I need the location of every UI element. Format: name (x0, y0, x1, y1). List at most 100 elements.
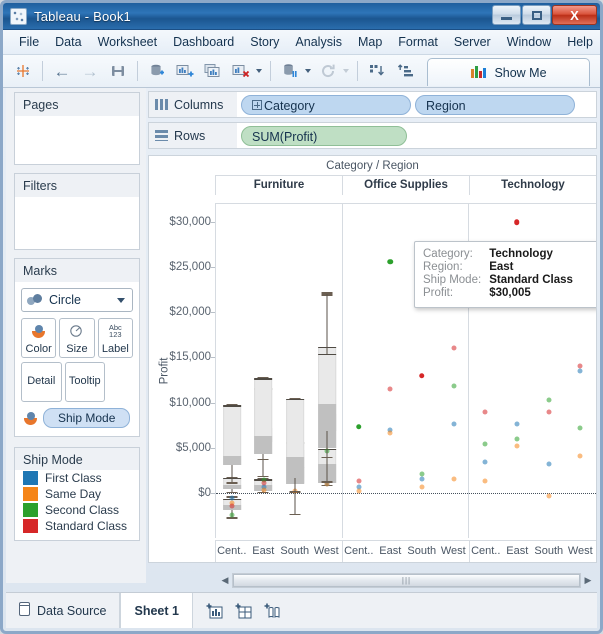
swap-rows-columns-icon[interactable] (364, 58, 390, 84)
data-source-tab[interactable]: Data Source (6, 593, 121, 628)
menu-window[interactable]: Window (499, 32, 559, 52)
data-point[interactable] (356, 488, 361, 494)
data-point[interactable] (451, 421, 456, 427)
box-plot[interactable] (311, 204, 343, 538)
data-point[interactable] (451, 345, 456, 351)
clear-sheet-icon[interactable] (228, 58, 254, 84)
duplicate-sheet-icon[interactable] (200, 58, 226, 84)
new-dashboard-icon[interactable] (235, 603, 252, 619)
marks-ship-mode-pill[interactable]: Ship Mode (43, 408, 131, 428)
scroll-right-icon[interactable]: ▶ (581, 572, 595, 588)
legend-item-first-class[interactable]: First Class (15, 470, 139, 486)
data-point[interactable] (451, 476, 456, 482)
legend-item-standard-class[interactable]: Standard Class (15, 518, 139, 534)
rows-dropzone[interactable]: SUM(Profit) (237, 123, 596, 148)
region-header-label[interactable]: East (502, 541, 534, 562)
filters-dropzone[interactable] (15, 197, 139, 249)
data-point[interactable] (482, 459, 488, 465)
category-header-technology[interactable]: Technology (469, 176, 596, 195)
marks-label-button[interactable]: Abc 123 Label (97, 318, 133, 358)
new-worksheet-icon[interactable] (172, 58, 198, 84)
columns-shelf[interactable]: Columns Category Region (148, 91, 597, 118)
data-point[interactable] (356, 478, 361, 484)
region-header-label[interactable]: Cent.. (216, 541, 248, 562)
category-header-office-supplies[interactable]: Office Supplies (342, 176, 469, 195)
horizontal-scrollbar[interactable]: ◀ ||| ▶ (218, 571, 595, 589)
region-header-label[interactable]: East (248, 541, 280, 562)
menu-analysis[interactable]: Analysis (287, 32, 350, 52)
pill-sum-profit[interactable]: SUM(Profit) (241, 125, 407, 146)
data-point[interactable] (514, 443, 520, 449)
forward-icon[interactable]: → (77, 58, 103, 84)
data-point[interactable] (546, 397, 551, 403)
marks-color-button[interactable]: Color (21, 318, 57, 358)
minimize-button[interactable] (492, 5, 521, 25)
pause-dropdown-icon[interactable] (305, 69, 311, 73)
data-point[interactable] (514, 219, 520, 225)
visualization-pane[interactable]: Category / Region Furniture Office Suppl… (148, 155, 597, 563)
data-point[interactable] (451, 383, 456, 389)
region-header-label[interactable]: South (279, 541, 311, 562)
data-point[interactable] (577, 425, 583, 431)
menu-file[interactable]: File (11, 32, 47, 52)
region-header-label[interactable]: East (375, 541, 407, 562)
pause-auto-update-icon[interactable] (277, 58, 303, 84)
new-data-source-icon[interactable] (144, 58, 170, 84)
menu-dashboard[interactable]: Dashboard (165, 32, 242, 52)
maximize-button[interactable] (522, 5, 551, 25)
region-header-label[interactable]: Cent.. (343, 541, 375, 562)
back-icon[interactable]: ← (49, 58, 75, 84)
data-point[interactable] (482, 409, 488, 415)
data-point[interactable] (387, 259, 393, 265)
new-worksheet-icon[interactable] (206, 603, 223, 619)
scrollbar-thumb[interactable]: ||| (233, 573, 580, 587)
box-plot[interactable] (279, 204, 311, 538)
data-point[interactable] (482, 478, 488, 484)
menu-format[interactable]: Format (390, 32, 446, 52)
data-point[interactable] (355, 424, 362, 430)
scrollbar-track[interactable]: ||| (232, 572, 581, 588)
data-point[interactable] (546, 461, 551, 467)
data-point[interactable] (546, 409, 551, 415)
data-point[interactable] (419, 471, 425, 477)
data-point[interactable] (482, 441, 488, 447)
data-point[interactable] (419, 372, 425, 379)
region-header-label[interactable]: Cent.. (470, 541, 502, 562)
region-header-label[interactable]: West (565, 541, 597, 562)
box-plot[interactable] (248, 204, 280, 538)
data-point[interactable] (387, 430, 393, 436)
menu-data[interactable]: Data (47, 32, 89, 52)
tableau-logo-icon[interactable] (10, 58, 36, 84)
data-point[interactable] (546, 493, 551, 499)
region-header-label[interactable]: South (406, 541, 438, 562)
category-header-furniture[interactable]: Furniture (215, 176, 342, 195)
legend-item-same-day[interactable]: Same Day (15, 486, 139, 502)
sheet-tab-sheet1[interactable]: Sheet 1 (120, 593, 193, 628)
close-button[interactable]: X (552, 5, 597, 25)
mark-type-select[interactable]: Circle (21, 288, 133, 312)
sort-ascending-icon[interactable] (392, 58, 418, 84)
y-axis[interactable]: Profit $0 $5,000 $10,000 $15,000 $20,000 $25,… (149, 203, 215, 538)
marks-tooltip-button[interactable]: Tooltip (64, 362, 105, 402)
scroll-left-icon[interactable]: ◀ (218, 572, 232, 588)
data-point[interactable] (419, 476, 425, 482)
legend-item-second-class[interactable]: Second Class (15, 502, 139, 518)
show-me-button[interactable]: Show Me (427, 58, 590, 86)
clear-sheet-dropdown-icon[interactable] (256, 69, 262, 73)
pages-dropzone[interactable] (15, 116, 139, 164)
data-point[interactable] (514, 436, 520, 442)
save-icon[interactable] (105, 58, 131, 84)
box-plot[interactable] (216, 204, 248, 538)
menu-map[interactable]: Map (350, 32, 390, 52)
menu-server[interactable]: Server (446, 32, 499, 52)
region-header-label[interactable]: West (311, 541, 343, 562)
data-point[interactable] (577, 453, 583, 459)
data-point[interactable] (514, 421, 520, 427)
region-header-label[interactable]: South (533, 541, 565, 562)
menu-worksheet[interactable]: Worksheet (90, 32, 166, 52)
data-point[interactable] (419, 484, 425, 490)
rows-shelf[interactable]: Rows SUM(Profit) (148, 122, 597, 149)
marks-detail-button[interactable]: Detail (21, 362, 62, 402)
pill-region[interactable]: Region (415, 94, 575, 115)
data-point[interactable] (577, 363, 583, 369)
